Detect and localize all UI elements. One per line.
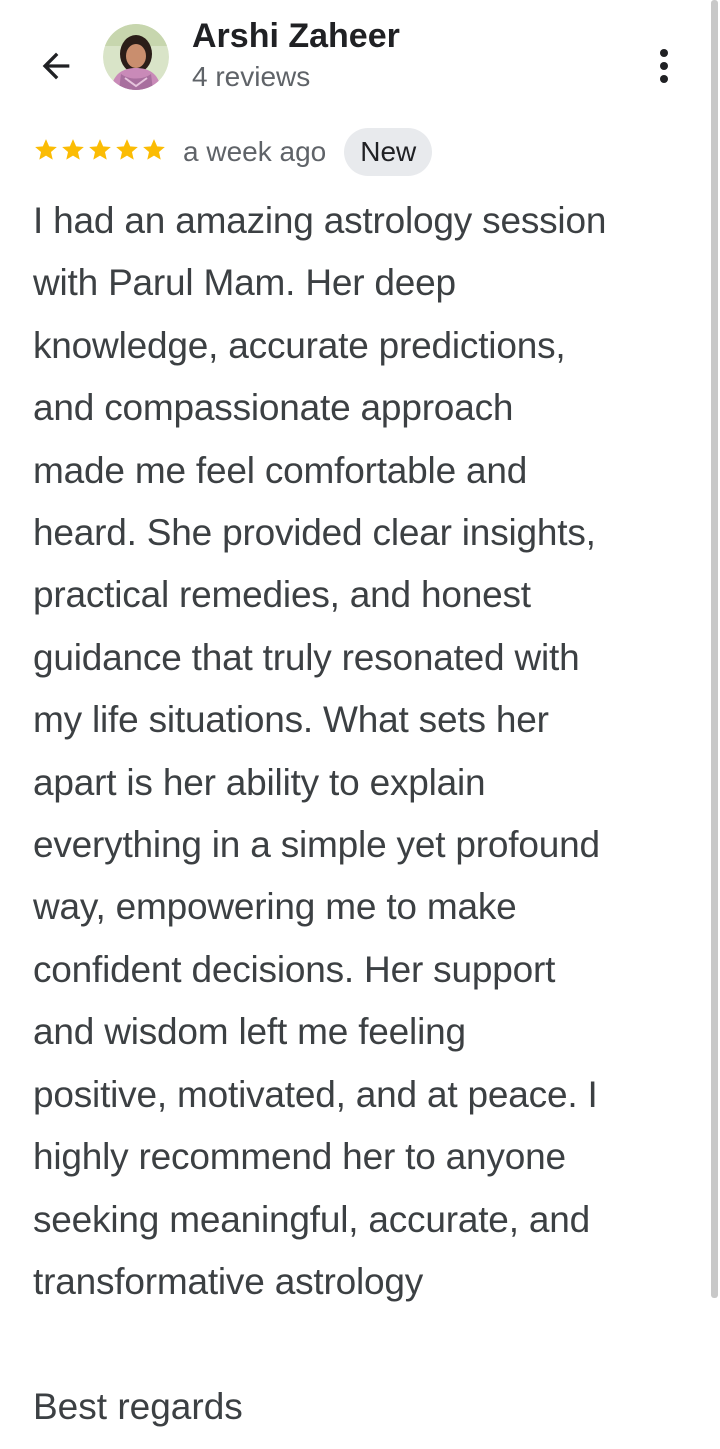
review-text-line: apart is her ability to explain	[33, 761, 486, 803]
review-text: I had an amazing astrology session with P…	[33, 190, 703, 1313]
star-icon	[141, 137, 167, 168]
review-text-line: and wisdom left me feeling	[33, 1011, 466, 1053]
new-badge: New	[344, 128, 433, 176]
review-text-line: positive, motivated, and at peace. I	[33, 1073, 598, 1115]
review-text-line: confident decisions. Her support	[33, 948, 556, 990]
review-text-line: seeking meaningful, accurate, and	[33, 1198, 590, 1240]
review-text-line: way, empowering me to make	[33, 886, 517, 928]
more-options-button[interactable]	[640, 42, 688, 94]
scrollbar[interactable]	[711, 0, 718, 1298]
review-text-line: made me feel comfortable and	[33, 449, 528, 491]
star-icon	[87, 137, 113, 168]
review-text-line: heard. She provided clear insights,	[33, 512, 596, 554]
star-rating	[33, 137, 167, 168]
back-button[interactable]	[26, 42, 86, 94]
review-text-line: everything in a simple yet profound	[33, 824, 600, 866]
arrow-left-icon	[36, 46, 76, 91]
more-vert-icon	[658, 46, 670, 91]
reviewer-name[interactable]: Arshi Zaheer	[192, 14, 400, 58]
star-icon	[114, 137, 140, 168]
review-text-line: I had an amazing astrology session	[33, 200, 607, 241]
review-header: Arshi Zaheer 4 reviews	[0, 0, 720, 120]
review-text-line: knowledge, accurate predictions,	[33, 324, 566, 366]
review-text-line: highly recommend her to anyone	[33, 1136, 566, 1178]
review-meta: a week ago New	[33, 128, 433, 176]
star-icon	[60, 137, 86, 168]
review-text-line: my life situations. What sets her	[33, 699, 549, 741]
review-text-line: with Parul Mam. Her deep	[33, 262, 456, 304]
review-count[interactable]: 4 reviews	[192, 58, 310, 96]
review-text-line: practical remedies, and honest	[33, 574, 531, 616]
review-text-line: transformative astrology	[33, 1260, 424, 1302]
star-icon	[33, 137, 59, 168]
avatar[interactable]	[103, 24, 169, 90]
review-text-line: and compassionate approach	[33, 387, 514, 429]
review-time: a week ago	[183, 136, 327, 167]
review-text-line: guidance that truly resonated with	[33, 636, 580, 678]
review-signoff: Best regards	[33, 1386, 243, 1427]
